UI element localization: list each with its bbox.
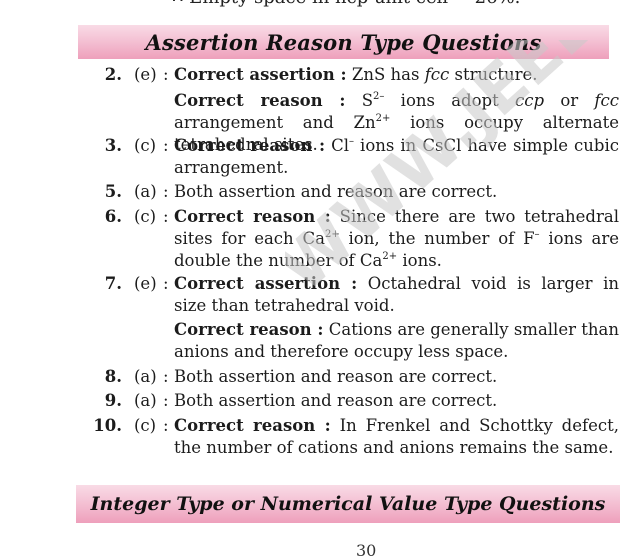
answer-number: 3. — [104, 136, 122, 155]
answer-option: (a) — [134, 367, 157, 386]
answer-text: Correct reason : Cl– ions in CsCl have s… — [174, 136, 619, 177]
correct-assertion: Correct assertion : Octahedral void is l… — [174, 274, 620, 315]
answer-option: (e) — [134, 274, 157, 293]
correct-assertion: Correct assertion : ZnS has fcc structur… — [174, 65, 538, 84]
answer-option: (a) — [134, 391, 157, 410]
page-number: 30 — [356, 541, 377, 560]
answer-text: Both assertion and reason are correct. — [174, 391, 498, 410]
answer-option: (c) — [134, 416, 157, 435]
section-heading: Assertion Reason Type Questions — [145, 29, 542, 55]
answer-option: (a) — [134, 182, 157, 201]
answer-text: Both assertion and reason are correct. — [174, 367, 498, 386]
answer-number: 8. — [104, 367, 122, 386]
answer-option: (c) — [134, 136, 157, 155]
answer-option: (c) — [134, 207, 157, 226]
section-banner-integer-type: Integer Type or Numerical Value Type Que… — [76, 485, 620, 523]
answer-number: 10. — [93, 416, 122, 435]
answer-text: Correct reason : In Frenkel and Schottky… — [174, 416, 619, 457]
answer-number: 7. — [104, 274, 122, 293]
answer-number: 5. — [104, 182, 122, 201]
answer-text: Correct assertion : Octahedral void is l… — [174, 273, 619, 363]
section-banner-assertion-reason: Assertion Reason Type Questions — [78, 25, 609, 59]
answer-number: 9. — [104, 391, 122, 410]
answer-text: Both assertion and reason are correct. — [174, 182, 498, 201]
correct-reason: Correct reason : Cations are generally s… — [174, 320, 619, 361]
answer-option: (e) — [134, 65, 157, 84]
answer-number: 6. — [104, 207, 122, 226]
previous-answer-tail: ∴ Empty space in hcp unit cell = 26%. — [172, 0, 520, 8]
answer-number: 2. — [104, 65, 122, 84]
answer-text: Correct reason : Since there are two tet… — [174, 207, 619, 270]
section-heading: Integer Type or Numerical Value Type Que… — [90, 493, 606, 515]
